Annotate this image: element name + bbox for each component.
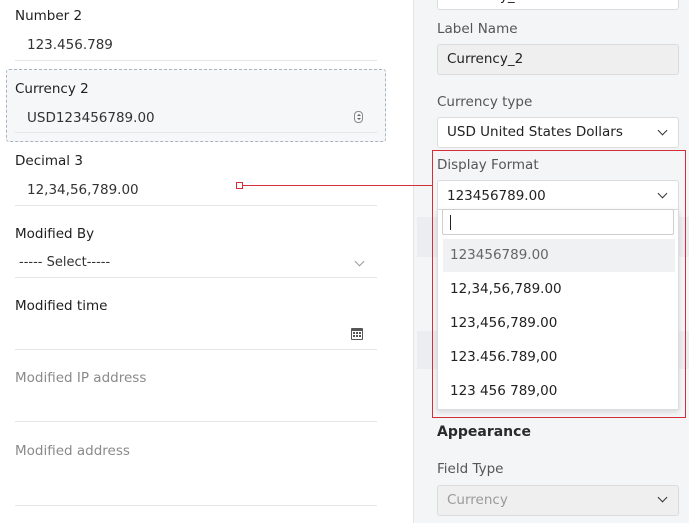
number2-label: Number 2 <box>15 8 83 24</box>
modified-by-select[interactable]: ----- Select----- <box>19 255 110 270</box>
number2-value[interactable]: 123.456.789 <box>27 37 113 53</box>
currency-type-select[interactable]: USD United States Dollars <box>437 117 679 148</box>
field-type-value: Currency <box>447 492 508 508</box>
decimal3-value[interactable]: 12,34,56,789.00 <box>27 182 139 198</box>
decimal3-label: Decimal 3 <box>15 153 83 169</box>
modified-ip-underline <box>15 421 377 422</box>
display-format-highlight <box>432 150 686 418</box>
connector-anchor <box>236 182 243 189</box>
number2-underline <box>15 60 377 61</box>
top-field-input[interactable]: Currency_2 <box>437 0 679 10</box>
modified-by-label: Modified By <box>15 226 95 242</box>
currency-type-value: USD United States Dollars <box>447 124 623 140</box>
modified-time-label: Modified time <box>15 298 108 314</box>
modified-ip-label: Modified IP address <box>15 370 147 386</box>
label-name-input[interactable]: Currency_2 <box>437 44 679 75</box>
field-type-select[interactable]: Currency <box>437 485 679 516</box>
modified-address-label: Modified address <box>15 443 130 459</box>
currency-type-label: Currency type <box>437 94 533 110</box>
field-type-label: Field Type <box>437 461 504 477</box>
appearance-heading: Appearance <box>437 424 531 440</box>
currency2-underline <box>15 132 377 133</box>
decimal3-underline <box>15 205 377 206</box>
currency2-label: Currency 2 <box>15 81 89 97</box>
modified-by-underline <box>15 277 377 278</box>
label-name-label: Label Name <box>437 21 518 37</box>
currency2-value[interactable]: USD123456789.00 <box>27 110 155 126</box>
modified-time-underline <box>15 349 377 350</box>
connector-line <box>241 185 432 186</box>
calendar-icon[interactable] <box>351 328 363 340</box>
modified-address-underline <box>15 505 377 506</box>
spinner-icon[interactable] <box>354 111 363 123</box>
